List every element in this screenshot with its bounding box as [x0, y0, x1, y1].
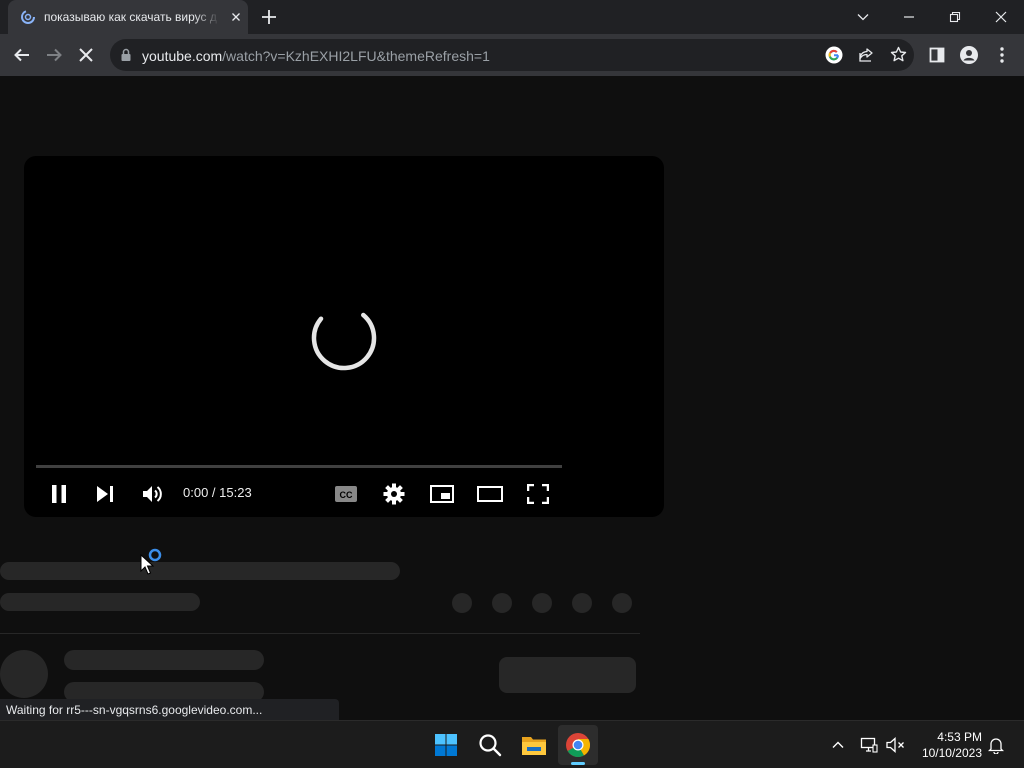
fullscreen-button[interactable] — [524, 480, 552, 508]
pause-button[interactable] — [45, 480, 73, 508]
minimize-icon — [904, 16, 914, 18]
windows-start-icon — [435, 734, 457, 756]
close-icon[interactable] — [228, 9, 244, 25]
file-explorer-button[interactable] — [514, 725, 554, 765]
volume-button[interactable] — [139, 480, 167, 508]
google-icon[interactable] — [825, 46, 843, 64]
divider — [0, 633, 640, 634]
miniplayer-button[interactable] — [428, 480, 456, 508]
profile-button[interactable] — [959, 45, 979, 65]
file-explorer-icon — [522, 737, 546, 755]
svg-text:CC: CC — [340, 490, 353, 500]
channel-name-skeleton — [64, 650, 264, 670]
profile-icon — [960, 46, 978, 64]
fullscreen-icon — [527, 484, 549, 504]
avatar-skeleton — [0, 650, 48, 698]
address-bar[interactable]: youtube.com/watch?v=KzhEXHI2LFU&themeRef… — [110, 39, 914, 71]
star-icon[interactable] — [890, 46, 907, 63]
lock-icon[interactable] — [120, 48, 132, 62]
settings-button[interactable] — [380, 480, 408, 508]
status-text: Waiting for rr5---sn-vgqsrns6.googlevide… — [6, 703, 263, 717]
url-text: youtube.com/watch?v=KzhEXHI2LFU&themeRef… — [142, 48, 490, 64]
system-clock[interactable]: 4:53 PM 10/10/2023 — [912, 729, 982, 761]
menu-icon — [1000, 47, 1004, 63]
back-icon — [14, 48, 29, 62]
loading-spinner-icon — [21, 10, 35, 24]
minimize-button[interactable] — [886, 0, 932, 34]
notification-bell-icon[interactable] — [988, 736, 1004, 754]
clock-date: 10/10/2023 — [921, 746, 982, 760]
video-player[interactable]: 0:00 / 15:23 CC — [24, 156, 664, 517]
forward-icon — [47, 48, 62, 62]
captions-button[interactable]: CC — [332, 480, 360, 508]
taskbar: 4:53 PM 10/10/2023 — [0, 720, 1024, 768]
tab-title: показываю как скачать вирус д — [44, 10, 217, 24]
status-bubble: Waiting for rr5---sn-vgqsrns6.googlevide… — [0, 699, 339, 720]
url-host: youtube.com — [142, 48, 223, 64]
action-skeleton — [612, 593, 632, 613]
chrome-taskbar-button[interactable] — [558, 725, 598, 765]
captions-icon: CC — [335, 486, 357, 502]
pause-icon — [52, 485, 66, 503]
side-panel-button[interactable] — [927, 45, 947, 65]
page-content: 0:00 / 15:23 CC — [0, 76, 1024, 720]
action-skeleton — [532, 593, 552, 613]
back-button[interactable] — [12, 45, 32, 65]
close-window-button[interactable] — [978, 0, 1024, 34]
restore-button[interactable] — [932, 0, 978, 34]
theater-mode-button[interactable] — [476, 480, 504, 508]
channel-skeleton — [0, 593, 200, 611]
clock-time: 4:53 PM — [937, 730, 982, 744]
next-icon — [97, 486, 113, 502]
menu-button[interactable] — [992, 45, 1012, 65]
subscribe-skeleton — [499, 657, 636, 693]
action-skeleton — [572, 593, 592, 613]
miniplayer-icon — [430, 485, 454, 503]
search-icon — [479, 734, 502, 757]
share-icon[interactable] — [858, 47, 874, 63]
theater-icon — [477, 486, 503, 502]
start-button[interactable] — [426, 725, 466, 765]
active-app-indicator — [571, 762, 585, 765]
browser-tab[interactable]: показываю как скачать вирус д — [8, 0, 248, 34]
action-skeleton — [492, 593, 512, 613]
next-button[interactable] — [91, 480, 119, 508]
progress-bar[interactable] — [36, 465, 562, 468]
volume-icon — [143, 486, 162, 502]
chevron-up-icon[interactable] — [831, 738, 845, 752]
time-display: 0:00 / 15:23 — [183, 485, 252, 500]
action-skeleton — [452, 593, 472, 613]
cursor-busy-icon — [140, 548, 162, 575]
chevron-down-icon — [857, 14, 869, 21]
forward-button[interactable] — [44, 45, 64, 65]
chrome-icon — [566, 733, 591, 758]
stop-button[interactable] — [76, 45, 96, 65]
close-icon — [995, 11, 1007, 23]
browser-toolbar: youtube.com/watch?v=KzhEXHI2LFU&themeRef… — [0, 34, 1024, 76]
restore-icon — [949, 11, 961, 23]
new-tab-icon[interactable] — [260, 8, 278, 26]
tab-strip: показываю как скачать вирус д — [0, 0, 1024, 34]
tab-search-button[interactable] — [840, 0, 886, 34]
loading-spinner-icon — [311, 312, 377, 371]
search-button[interactable] — [470, 725, 510, 765]
url-path: /watch?v=KzhEXHI2LFU&themeRefresh=1 — [222, 48, 490, 64]
stop-icon — [79, 48, 93, 62]
side-panel-icon — [929, 47, 945, 63]
volume-muted-icon[interactable] — [886, 736, 906, 754]
title-skeleton — [0, 562, 400, 580]
settings-icon — [383, 483, 405, 505]
network-icon[interactable] — [860, 736, 878, 754]
